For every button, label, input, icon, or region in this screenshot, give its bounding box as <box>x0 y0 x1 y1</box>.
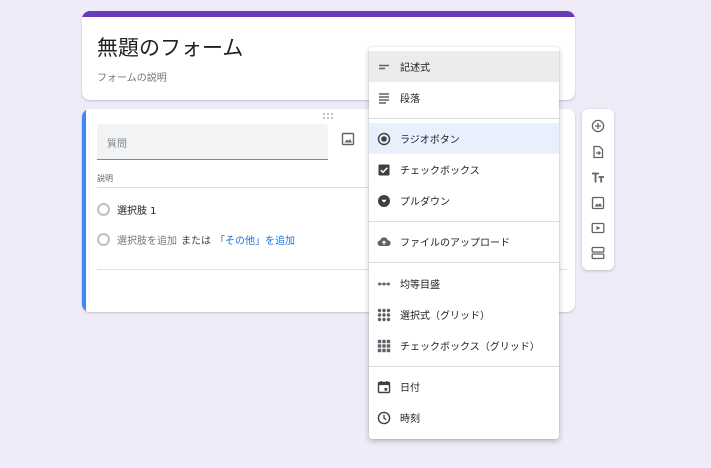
active-indicator-bar <box>82 109 86 312</box>
menu-item-radio-button[interactable]: ラジオボタン <box>369 123 559 154</box>
menu-item-checkbox-grid[interactable]: チェックボックス（グリッド） <box>369 330 559 361</box>
question-type-menu: 記述式 段落 ラジオボタン チェックボックス プルダウン ファイルのアップロード… <box>369 47 559 439</box>
menu-item-file-upload[interactable]: ファイルのアップロード <box>369 226 559 257</box>
checkbox-grid-icon <box>377 339 391 353</box>
option-1-label[interactable]: 選択肢 1 <box>117 202 157 217</box>
question-placeholder: 質問 <box>107 139 127 150</box>
menu-item-label: 選択式（グリッド） <box>400 311 490 322</box>
menu-divider <box>369 118 559 119</box>
title-accent-bar <box>82 11 575 17</box>
menu-item-paragraph[interactable]: 段落 <box>369 82 559 113</box>
menu-divider <box>369 221 559 222</box>
calendar-icon <box>377 381 391 394</box>
menu-item-label: プルダウン <box>400 197 450 208</box>
drag-handle-icon[interactable] <box>322 112 334 120</box>
add-option-link[interactable]: 選択肢を追加 <box>117 232 177 247</box>
menu-item-linear-scale[interactable]: 均等目盛 <box>369 268 559 299</box>
menu-item-label: チェックボックス（グリッド） <box>400 342 540 353</box>
radio-circle-icon <box>97 232 110 246</box>
side-toolbar <box>582 109 614 270</box>
menu-item-multiple-choice-grid[interactable]: 選択式（グリッド） <box>369 299 559 330</box>
radio-circle-icon <box>97 202 110 216</box>
menu-item-label: 時刻 <box>400 414 420 425</box>
form-title[interactable]: 無題のフォーム <box>97 32 243 62</box>
add-video-icon[interactable] <box>591 221 605 235</box>
or-text: または <box>181 235 211 247</box>
menu-item-short-answer[interactable]: 記述式 <box>369 51 559 82</box>
add-section-icon[interactable] <box>591 246 605 260</box>
menu-item-date[interactable]: 日付 <box>369 371 559 402</box>
paragraph-icon <box>379 93 389 104</box>
question-title-input[interactable]: 質問 <box>97 124 328 160</box>
cloud-upload-icon <box>377 237 391 247</box>
description-label[interactable]: 説明 <box>97 173 113 184</box>
menu-item-label: 均等目盛 <box>400 280 440 291</box>
menu-item-dropdown[interactable]: プルダウン <box>369 185 559 216</box>
menu-item-label: 日付 <box>400 383 420 394</box>
menu-item-label: ファイルのアップロード <box>400 238 510 249</box>
add-image-icon[interactable] <box>591 196 605 210</box>
add-option-row[interactable]: 選択肢を追加 または 「その他」を追加 <box>97 231 295 247</box>
add-question-icon[interactable] <box>591 119 605 133</box>
checkbox-icon <box>378 164 390 176</box>
menu-divider <box>369 262 559 263</box>
dropdown-icon <box>378 195 390 207</box>
short-answer-icon <box>379 64 389 70</box>
linear-scale-icon <box>378 282 390 286</box>
menu-item-checkbox[interactable]: チェックボックス <box>369 154 559 185</box>
menu-item-label: 段落 <box>400 94 420 105</box>
description-underline <box>97 187 387 188</box>
clock-icon <box>377 411 391 425</box>
menu-divider <box>369 366 559 367</box>
radio-button-icon <box>377 132 391 146</box>
add-other-link[interactable]: 「その他」を追加 <box>215 232 295 247</box>
add-title-icon[interactable] <box>591 171 605 185</box>
menu-item-label: チェックボックス <box>400 166 480 177</box>
import-questions-icon[interactable] <box>591 145 605 159</box>
menu-item-label: ラジオボタン <box>400 135 460 146</box>
insert-image-icon[interactable] <box>341 132 355 146</box>
menu-item-label: 記述式 <box>400 63 430 74</box>
option-row-1[interactable]: 選択肢 1 <box>97 201 157 217</box>
form-description[interactable]: フォームの説明 <box>97 69 167 84</box>
menu-item-time[interactable]: 時刻 <box>369 402 559 433</box>
multiple-choice-grid-icon <box>377 308 391 322</box>
